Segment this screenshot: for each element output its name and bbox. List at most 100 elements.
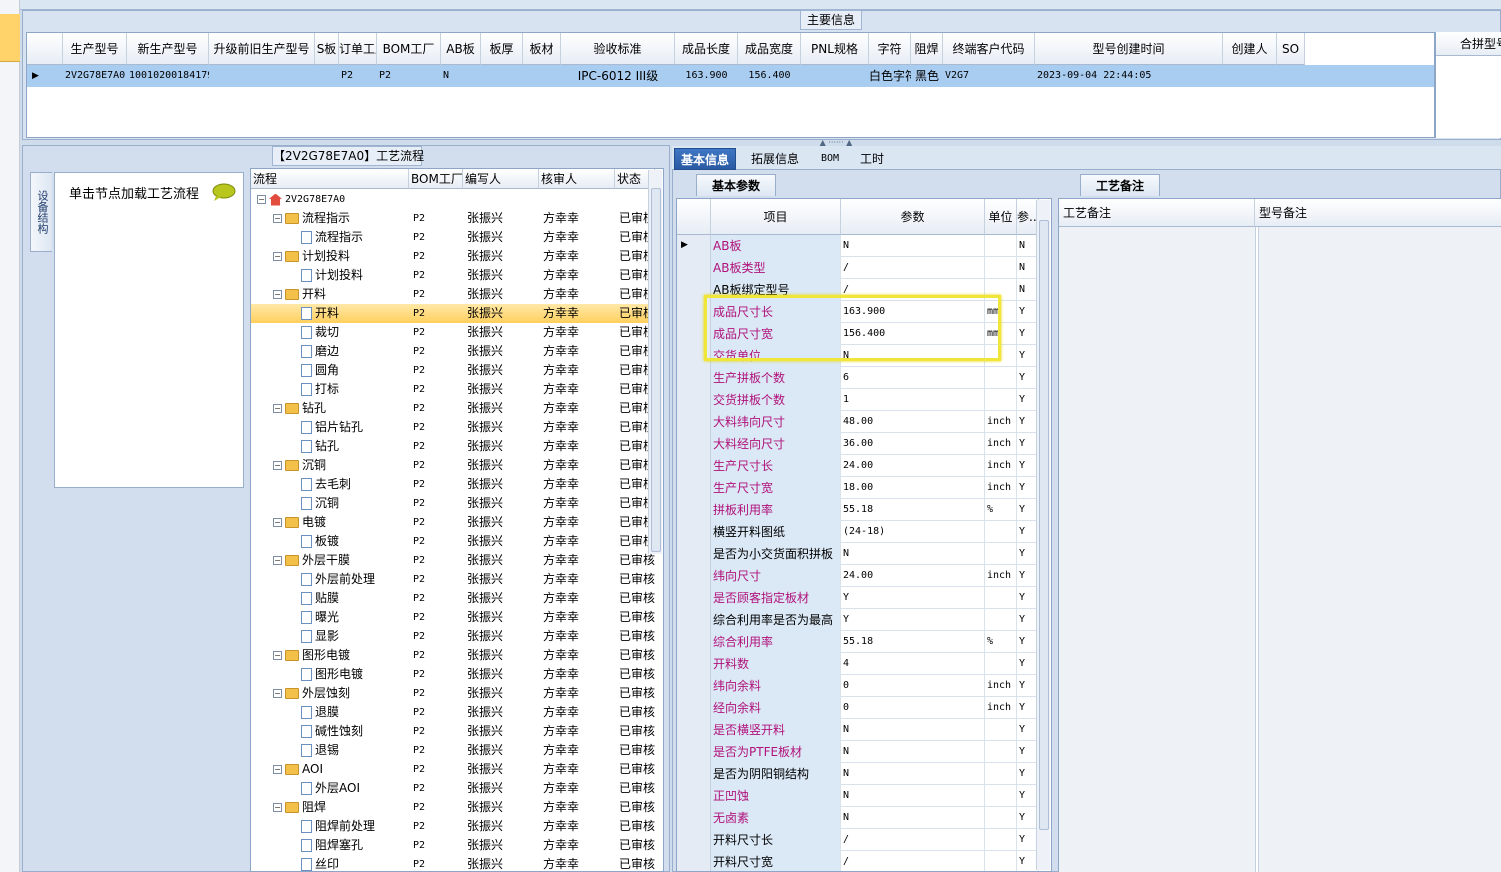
tree-node[interactable]: 碱性蚀刻: [289, 722, 407, 741]
tab-bom[interactable]: BOM: [815, 148, 845, 170]
params-row[interactable]: 生产拼板个数 6 Y: [677, 367, 1039, 389]
tree-row[interactable]: 计划投料 P2 张振兴 方幸幸 已审核: [251, 266, 655, 285]
tree-row[interactable]: 丝印 P2 张振兴 方幸幸 已审核: [251, 855, 655, 871]
tree-node[interactable]: 开料: [289, 304, 407, 323]
table-cell[interactable]: [523, 65, 561, 87]
param-value-cell[interactable]: 24.00: [841, 455, 985, 477]
table-cell[interactable]: [1223, 65, 1277, 87]
tree-column-header[interactable]: 核审人: [539, 169, 615, 189]
merged-model-header[interactable]: 合拼型号: [1436, 32, 1501, 56]
param-value-cell[interactable]: 24.00: [841, 565, 985, 587]
param-value-cell[interactable]: 0: [841, 697, 985, 719]
param-value-cell[interactable]: N: [841, 807, 985, 829]
column-header[interactable]: 阻焊: [911, 33, 943, 65]
tree-row[interactable]: 外层AOI P2 张振兴 方幸幸 已审核: [251, 779, 655, 798]
param-value-cell[interactable]: N: [841, 543, 985, 565]
tree-node[interactable]: 外层前处理: [289, 570, 407, 589]
tree-node[interactable]: 外层AOI: [289, 779, 407, 798]
row-header[interactable]: [677, 257, 711, 279]
column-header[interactable]: 创建人: [1223, 33, 1277, 65]
tree-row[interactable]: − 沉铜 P2 张振兴 方幸幸 已审核: [251, 456, 655, 475]
tree-node[interactable]: − 阻焊: [273, 798, 407, 817]
params-column-header[interactable]: 项目: [711, 199, 841, 235]
tree-node[interactable]: − 2V2G78E7A0: [257, 190, 407, 209]
column-header[interactable]: SO: [1277, 33, 1305, 65]
tree-node[interactable]: 图形电镀: [289, 665, 407, 684]
tree-row[interactable]: − AOI P2 张振兴 方幸幸 已审核: [251, 760, 655, 779]
tree-node[interactable]: 显影: [289, 627, 407, 646]
column-header[interactable]: 型号创建时间: [1035, 33, 1223, 65]
row-header[interactable]: [677, 587, 711, 609]
param-value-cell[interactable]: N: [841, 235, 985, 257]
tree-column-header[interactable]: BOM工厂: [409, 169, 463, 189]
tree-row[interactable]: − 外层干膜 P2 张振兴 方幸幸 已审核: [251, 551, 655, 570]
tree-row[interactable]: 打标 P2 张振兴 方幸幸 已审核: [251, 380, 655, 399]
table-cell[interactable]: V2G7: [943, 65, 1035, 87]
tree-row[interactable]: − 图形电镀 P2 张振兴 方幸幸 已审核: [251, 646, 655, 665]
row-header[interactable]: ▶: [677, 235, 711, 257]
tree-node[interactable]: − 开料: [273, 285, 407, 304]
tree-scrollbar-thumb[interactable]: [651, 188, 661, 552]
params-row[interactable]: ▶ AB板 N N: [677, 235, 1039, 257]
param-value-cell[interactable]: Y: [841, 609, 985, 631]
params-row[interactable]: 经向余料 0 inch Y: [677, 697, 1039, 719]
row-header[interactable]: [677, 543, 711, 565]
param-value-cell[interactable]: /: [841, 851, 985, 871]
tree-node[interactable]: 板镀: [289, 532, 407, 551]
params-row[interactable]: 综合利用率 55.18% Y: [677, 631, 1039, 653]
tree-row[interactable]: 裁切 P2 张振兴 方幸幸 已审核: [251, 323, 655, 342]
table-cell[interactable]: N: [441, 65, 481, 87]
params-row[interactable]: 是否为PTFE板材 N Y: [677, 741, 1039, 763]
params-row[interactable]: 生产尺寸宽 18.00 inch Y: [677, 477, 1039, 499]
tree-row[interactable]: − 钻孔 P2 张振兴 方幸幸 已审核: [251, 399, 655, 418]
equipment-structure-tab[interactable]: 设备结构: [30, 172, 52, 252]
tree-row[interactable]: − 计划投料 P2 张振兴 方幸幸 已审核: [251, 247, 655, 266]
tree-node[interactable]: − 钻孔: [273, 399, 407, 418]
tree-node[interactable]: − AOI: [273, 760, 407, 779]
param-value-cell[interactable]: 0: [841, 675, 985, 697]
tree-scrollbar[interactable]: [648, 170, 662, 554]
tree-node[interactable]: 曝光: [289, 608, 407, 627]
tree-node[interactable]: 阻焊前处理: [289, 817, 407, 836]
tree-row[interactable]: 铝片钻孔 P2 张振兴 方幸幸 已审核: [251, 418, 655, 437]
table-cell[interactable]: [481, 65, 523, 87]
column-header[interactable]: BOM工厂: [377, 33, 441, 65]
tree-row[interactable]: 退膜 P2 张振兴 方幸幸 已审核: [251, 703, 655, 722]
tree-node[interactable]: 退锡: [289, 741, 407, 760]
tree-row[interactable]: 钻孔 P2 张振兴 方幸幸 已审核: [251, 437, 655, 456]
params-row[interactable]: 是否顾客指定板材 Y Y: [677, 587, 1039, 609]
column-header[interactable]: 成品长度: [675, 33, 738, 65]
params-row[interactable]: 开料尺寸宽 / Y: [677, 851, 1039, 871]
tree-row[interactable]: 阻焊前处理 P2 张振兴 方幸幸 已审核: [251, 817, 655, 836]
expand-toggle-icon[interactable]: −: [273, 651, 282, 660]
column-header[interactable]: 订单工厂: [339, 33, 377, 65]
tree-node[interactable]: 贴膜: [289, 589, 407, 608]
column-header[interactable]: 板厚: [481, 33, 523, 65]
params-row[interactable]: 无卤素 N Y: [677, 807, 1039, 829]
tree-row[interactable]: 圆角 P2 张振兴 方幸幸 已审核: [251, 361, 655, 380]
tree-row[interactable]: 开料 P2 张振兴 方幸幸 已审核: [251, 304, 655, 323]
params-row[interactable]: 正凹蚀 N Y: [677, 785, 1039, 807]
params-column-header[interactable]: 参数: [841, 199, 985, 235]
params-row[interactable]: 生产尺寸长 24.00 inch Y: [677, 455, 1039, 477]
tree-node[interactable]: 去毛刺: [289, 475, 407, 494]
param-value-cell[interactable]: 1: [841, 389, 985, 411]
row-header[interactable]: [677, 477, 711, 499]
column-header[interactable]: S板: [315, 33, 339, 65]
tree-node[interactable]: − 电镀: [273, 513, 407, 532]
expand-toggle-icon[interactable]: −: [273, 290, 282, 299]
column-header[interactable]: 板材: [523, 33, 561, 65]
row-header[interactable]: [677, 697, 711, 719]
table-cell[interactable]: 10010200184179: [127, 65, 209, 87]
param-value-cell[interactable]: N: [841, 741, 985, 763]
tree-row[interactable]: − 2V2G78E7A0: [251, 190, 651, 209]
tree-node[interactable]: 丝印: [289, 855, 407, 871]
expand-toggle-icon[interactable]: −: [257, 195, 266, 204]
tree-node[interactable]: 沉铜: [289, 494, 407, 513]
left-edge-highlight[interactable]: [0, 14, 20, 62]
tree-node[interactable]: 阻焊塞孔: [289, 836, 407, 855]
params-row[interactable]: AB板类型 / N: [677, 257, 1039, 279]
param-value-cell[interactable]: /: [841, 257, 985, 279]
tree-node[interactable]: − 计划投料: [273, 247, 407, 266]
table-cell[interactable]: P2: [339, 65, 377, 87]
